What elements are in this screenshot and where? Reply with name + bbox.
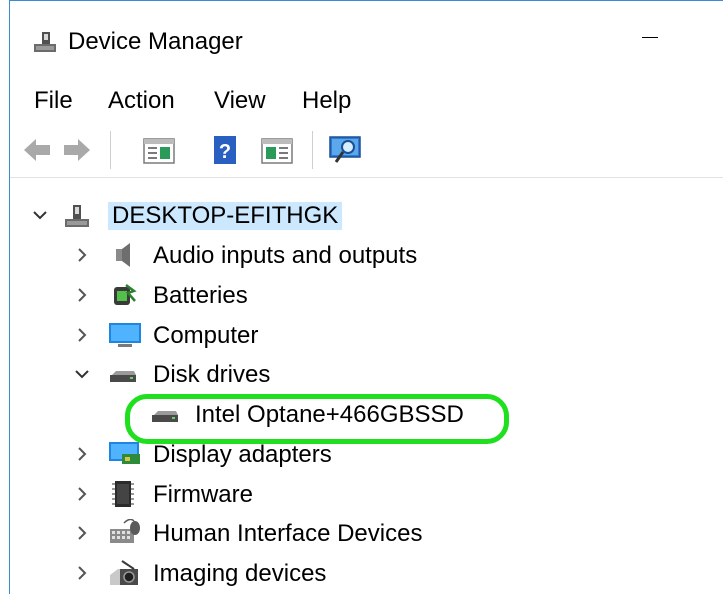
- minimize-button[interactable]: [620, 11, 680, 57]
- update-driver-icon[interactable]: [260, 134, 294, 166]
- category-label: Firmware: [153, 481, 253, 508]
- title-bar[interactable]: Device Manager: [10, 1, 723, 77]
- chevron-right-icon[interactable]: [74, 445, 90, 463]
- chevron-right-icon[interactable]: [74, 564, 90, 582]
- camera-icon: [110, 560, 138, 585]
- computer-root-icon: [65, 205, 89, 227]
- tree-item-disk-drives[interactable]: Disk drives: [10, 356, 723, 392]
- chevron-right-icon[interactable]: [74, 524, 90, 542]
- root-label: DESKTOP-EFITHGK: [108, 202, 343, 230]
- category-label: Disk drives: [153, 361, 271, 388]
- tree-item-hid[interactable]: Human Interface Devices: [10, 515, 723, 551]
- chevron-right-icon[interactable]: [74, 246, 90, 264]
- menu-view[interactable]: View: [214, 87, 266, 115]
- toolbar: ?: [10, 125, 723, 173]
- toolbar-divider: [10, 177, 723, 178]
- window-title: Device Manager: [68, 28, 243, 55]
- monitor-icon: [109, 323, 141, 347]
- battery-icon: [114, 284, 137, 305]
- menu-action[interactable]: Action: [108, 87, 175, 115]
- toolbar-separator: [312, 131, 313, 169]
- tree-root[interactable]: DESKTOP-EFITHGK: [10, 197, 723, 233]
- tree-item-imaging[interactable]: Imaging devices: [10, 555, 723, 591]
- chevron-right-icon[interactable]: [74, 326, 90, 344]
- firmware-icon: [112, 481, 134, 507]
- toolbar-separator: [110, 131, 111, 169]
- tree-item-computer[interactable]: Computer: [10, 317, 723, 353]
- hid-icon: [110, 519, 140, 543]
- menu-bar: File Action View Help: [10, 81, 723, 121]
- back-arrow-icon[interactable]: [22, 134, 52, 166]
- category-label: Human Interface Devices: [153, 520, 423, 547]
- category-label: Display adapters: [153, 441, 332, 468]
- category-label: Batteries: [153, 282, 248, 309]
- device-manager-window: Device Manager File Action View Help ? D…: [9, 0, 723, 594]
- speaker-icon: [116, 243, 130, 267]
- display-adapter-icon: [109, 442, 140, 464]
- device-manager-icon: [34, 32, 56, 52]
- scan-hardware-icon[interactable]: [328, 134, 364, 166]
- svg-text:?: ?: [219, 141, 231, 163]
- category-label: Imaging devices: [153, 560, 327, 587]
- chevron-right-icon[interactable]: [74, 286, 90, 304]
- category-label: Audio inputs and outputs: [153, 242, 418, 269]
- highlight-ring: [125, 394, 509, 444]
- forward-arrow-icon[interactable]: [62, 134, 92, 166]
- menu-file[interactable]: File: [34, 87, 73, 115]
- chevron-right-icon[interactable]: [74, 485, 90, 503]
- chevron-down-icon[interactable]: [32, 206, 48, 224]
- disk-drive-icon: [110, 371, 136, 382]
- tree-item-batteries[interactable]: Batteries: [10, 277, 723, 313]
- tree-item-audio[interactable]: Audio inputs and outputs: [10, 237, 723, 273]
- properties-icon[interactable]: [142, 134, 176, 166]
- category-label: Computer: [153, 322, 259, 349]
- menu-help[interactable]: Help: [302, 87, 351, 115]
- help-icon[interactable]: ?: [212, 134, 238, 166]
- tree-item-firmware[interactable]: Firmware: [10, 476, 723, 512]
- chevron-down-icon[interactable]: [74, 365, 90, 383]
